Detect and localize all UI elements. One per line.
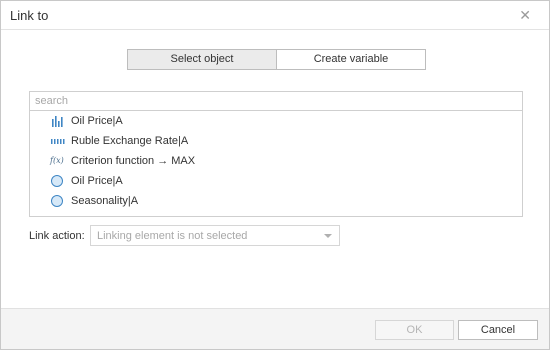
dialog-title: Link to [10, 8, 49, 23]
mode-segmented-control: Select object Create variable [127, 49, 426, 70]
function-icon: f(x) [50, 156, 64, 165]
list-item-label: Criterion function → MAX [71, 155, 196, 167]
link-action-label: Link action: [29, 230, 85, 242]
search-input[interactable] [29, 91, 523, 111]
tab-create-variable[interactable]: Create variable [277, 50, 425, 69]
radio-node-icon [50, 195, 66, 207]
list-item-label: Oil Price|A [71, 175, 123, 187]
list-item-label: Oil Price|A [71, 115, 123, 127]
list-item[interactable]: Seasonality|A [30, 191, 522, 211]
ok-button[interactable]: OK [375, 320, 454, 340]
dashed-series-icon [50, 135, 66, 147]
close-icon[interactable]: ✕ [519, 7, 531, 23]
list-item[interactable]: Oil Price|A [30, 111, 522, 131]
object-list: Oil Price|A Ruble Exchange Rate|A f(x) C… [29, 111, 523, 217]
dialog-titlebar: Link to ✕ [1, 1, 549, 30]
tab-select-object[interactable]: Select object [128, 50, 277, 69]
list-item-label: Seasonality|A [71, 195, 139, 207]
link-action-value: Linking element is not selected [97, 230, 248, 242]
cancel-button[interactable]: Cancel [458, 320, 538, 340]
bar-series-icon [50, 115, 66, 127]
radio-node-icon [50, 175, 66, 187]
list-item-label: Ruble Exchange Rate|A [71, 135, 189, 147]
link-action-select[interactable]: Linking element is not selected [90, 225, 340, 246]
list-item[interactable]: Ruble Exchange Rate|A [30, 131, 522, 151]
list-item[interactable]: f(x) Criterion function → MAX [30, 151, 522, 171]
chevron-down-icon [324, 234, 332, 238]
list-item[interactable]: Oil Price|A [30, 171, 522, 191]
dialog-footer: OK Cancel [1, 308, 549, 349]
link-to-dialog: Link to ✕ Select object Create variable … [0, 0, 550, 350]
